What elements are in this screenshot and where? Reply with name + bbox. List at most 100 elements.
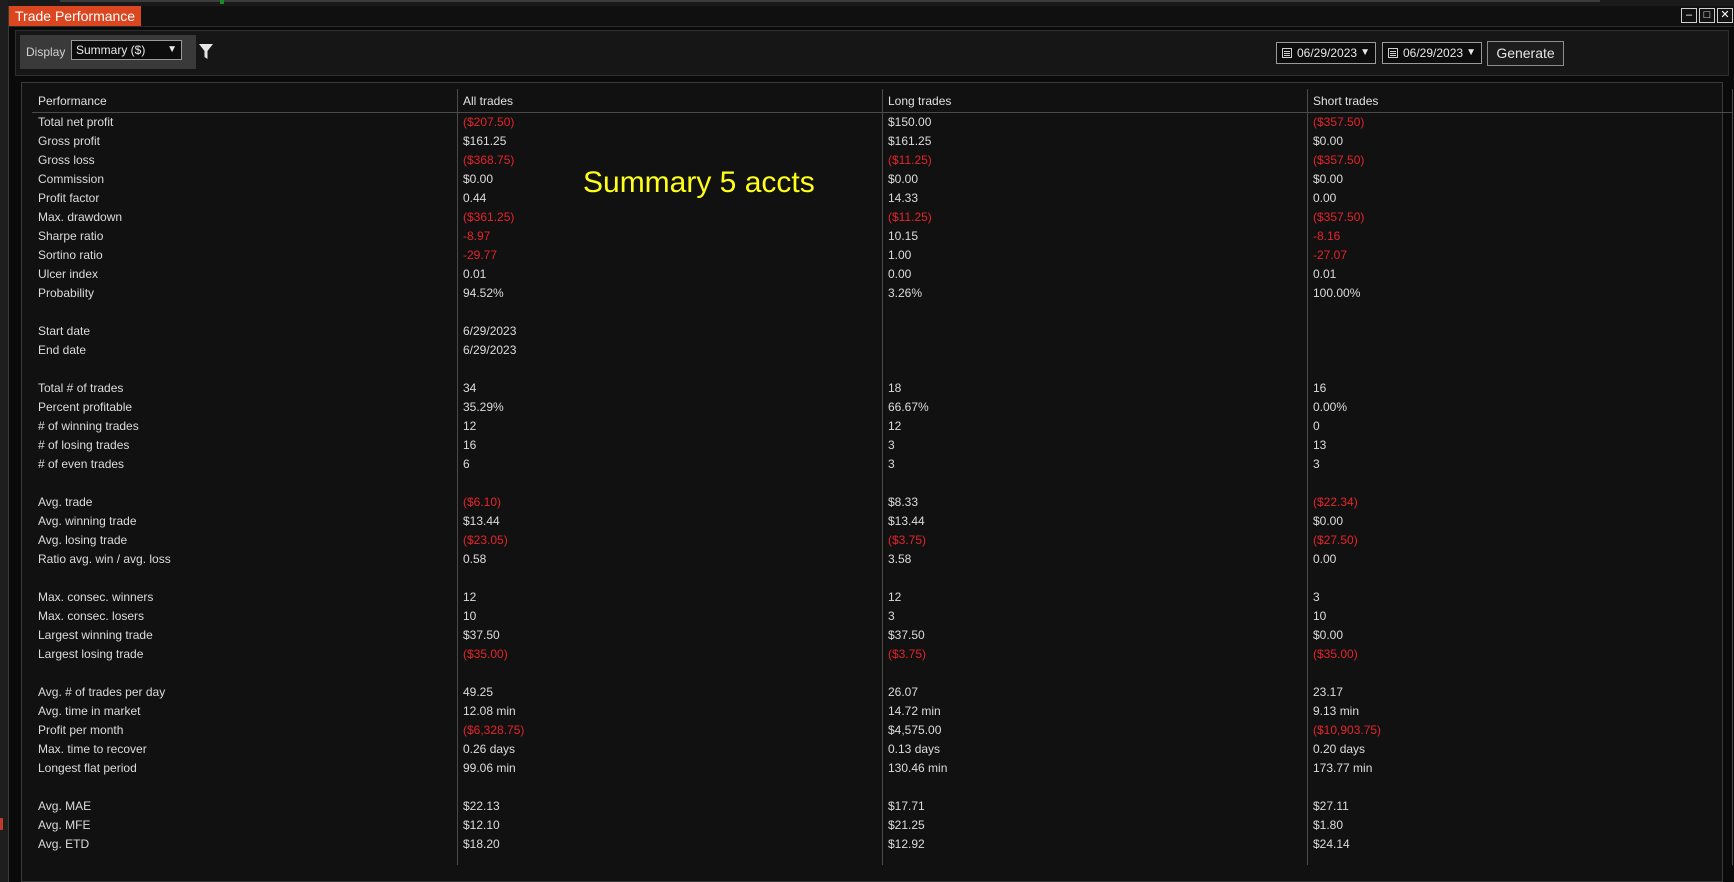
table-cell: ($357.50) — [1313, 115, 1365, 129]
table-cell: 14.33 — [888, 191, 919, 205]
window-title[interactable]: Trade Performance — [9, 6, 142, 26]
table-cell: ($35.00) — [1313, 647, 1358, 661]
table-cell: 10 — [463, 609, 477, 623]
date-from-picker[interactable]: 06/29/2023 ▼ — [1276, 42, 1376, 64]
performance-grid: Performance Total net profit Gross profit… — [21, 82, 1733, 882]
row-label — [32, 569, 457, 588]
table-cell: 0.20 days — [1313, 742, 1366, 756]
row-label: Largest losing trade — [38, 647, 144, 661]
table-cell: $1.80 — [1313, 818, 1344, 832]
table-cell: ($22.34) — [1313, 495, 1358, 509]
row-label: # of even trades — [38, 457, 125, 471]
table-cell: 130.46 min — [888, 761, 948, 775]
chevron-down-icon: ▼ — [1360, 47, 1370, 58]
table-cell — [457, 778, 882, 797]
table-cell: 66.67% — [888, 400, 929, 414]
close-icon[interactable]: ✕ — [1717, 8, 1733, 23]
table-cell: ($207.50) — [463, 115, 515, 129]
table-cell: -8.97 — [463, 229, 491, 243]
table-cell: $0.00 — [888, 172, 919, 186]
table-cell: $161.25 — [463, 134, 507, 148]
row-label: Max. drawdown — [38, 210, 123, 224]
date-to-value: 06/29/2023 — [1403, 46, 1464, 60]
table-cell — [882, 341, 1307, 360]
table-cell — [457, 303, 882, 322]
display-group: Display Summary ($) ▼ — [20, 35, 196, 69]
display-select[interactable]: Summary ($) ▼ — [71, 40, 182, 60]
row-label: Avg. # of trades per day — [38, 685, 166, 699]
table-cell: 1.00 — [888, 248, 912, 262]
table-cell: ($3.75) — [888, 647, 927, 661]
row-label: Avg. MAE — [38, 799, 92, 813]
table-cell: $0.00 — [1313, 628, 1344, 642]
chevron-down-icon: ▼ — [1466, 47, 1476, 58]
minimize-icon[interactable]: – — [1681, 8, 1697, 23]
row-label: Max. consec. winners — [38, 590, 154, 604]
table-cell: -27.07 — [1313, 248, 1348, 262]
row-label: Gross profit — [38, 134, 101, 148]
table-cell: 3 — [1313, 457, 1320, 471]
table-cell — [1307, 569, 1732, 588]
column-long-trades: Long trades $150.00 $161.25 ($11.25) $0.00 1… — [882, 89, 1308, 865]
row-label: Avg. MFE — [38, 818, 91, 832]
table-cell: $12.92 — [888, 837, 925, 851]
table-cell: $13.44 — [463, 514, 500, 528]
table-cell: 3.26% — [888, 286, 923, 300]
date-to-picker[interactable]: 06/29/2023 ▼ — [1382, 42, 1482, 64]
table-cell: 16 — [463, 438, 477, 452]
table-cell: $0.00 — [1313, 514, 1344, 528]
table-cell: 35.29% — [463, 400, 504, 414]
table-cell: 12.08 min — [463, 704, 516, 718]
table-cell: 26.07 — [888, 685, 919, 699]
display-select-value: Summary ($) — [76, 43, 146, 57]
row-label: Profit factor — [38, 191, 100, 205]
table-cell: ($357.50) — [1313, 210, 1365, 224]
table-cell — [882, 664, 1307, 683]
table-cell: 0 — [1313, 419, 1320, 433]
background-app-edge — [0, 0, 8, 882]
table-cell: ($23.05) — [463, 533, 508, 547]
column-header[interactable]: Performance — [32, 89, 457, 113]
column-header[interactable]: Short trades — [1307, 89, 1732, 113]
row-label: Ratio avg. win / avg. loss — [38, 552, 171, 566]
row-label: Avg. winning trade — [38, 514, 137, 528]
table-cell — [1307, 303, 1732, 322]
table-cell — [1307, 664, 1732, 683]
generate-button[interactable]: Generate — [1487, 41, 1564, 66]
table-cell: 9.13 min — [1313, 704, 1360, 718]
row-label: Max. consec. losers — [38, 609, 145, 623]
table-cell: ($11.25) — [888, 210, 932, 224]
filter-icon[interactable] — [199, 44, 213, 60]
table-cell: $4,575.00 — [888, 723, 942, 737]
table-cell: ($6.10) — [463, 495, 502, 509]
table-cell: 3 — [888, 457, 895, 471]
row-label — [32, 303, 457, 322]
table-cell: ($3.75) — [888, 533, 927, 547]
table-cell: $13.44 — [888, 514, 925, 528]
table-cell: 10.15 — [888, 229, 919, 243]
row-label: End date — [38, 343, 87, 357]
maximize-icon[interactable]: □ — [1699, 8, 1715, 23]
row-label: Sortino ratio — [38, 248, 103, 262]
row-label: Gross loss — [38, 153, 95, 167]
table-cell: $12.10 — [463, 818, 500, 832]
column-header[interactable]: All trades — [457, 89, 882, 113]
table-cell — [882, 360, 1307, 379]
column-cells: ($357.50) $0.00 ($357.50) $0.00 0.00 ($357.50… — [1307, 113, 1732, 854]
table-cell: 3 — [1313, 590, 1320, 604]
table-cell: 6/29/2023 — [463, 343, 517, 357]
row-label: Avg. time in market — [38, 704, 141, 718]
table-cell: 12 — [463, 590, 477, 604]
table-cell: $161.25 — [888, 134, 932, 148]
table-cell: 0.00% — [1313, 400, 1348, 414]
background-app-marker — [0, 818, 3, 830]
table-cell: 3.58 — [888, 552, 912, 566]
row-label: # of winning trades — [38, 419, 139, 433]
table-cell: $27.11 — [1313, 799, 1349, 813]
column-all-trades: All trades ($207.50) $161.25 ($368.75) $0.0… — [457, 89, 883, 865]
table-cell: 16 — [1313, 381, 1327, 395]
column-header[interactable]: Long trades — [882, 89, 1307, 113]
title-bar[interactable]: Trade Performance – □ ✕ — [9, 6, 1734, 27]
table-cell — [1307, 778, 1732, 797]
table-cell: ($357.50) — [1313, 153, 1365, 167]
